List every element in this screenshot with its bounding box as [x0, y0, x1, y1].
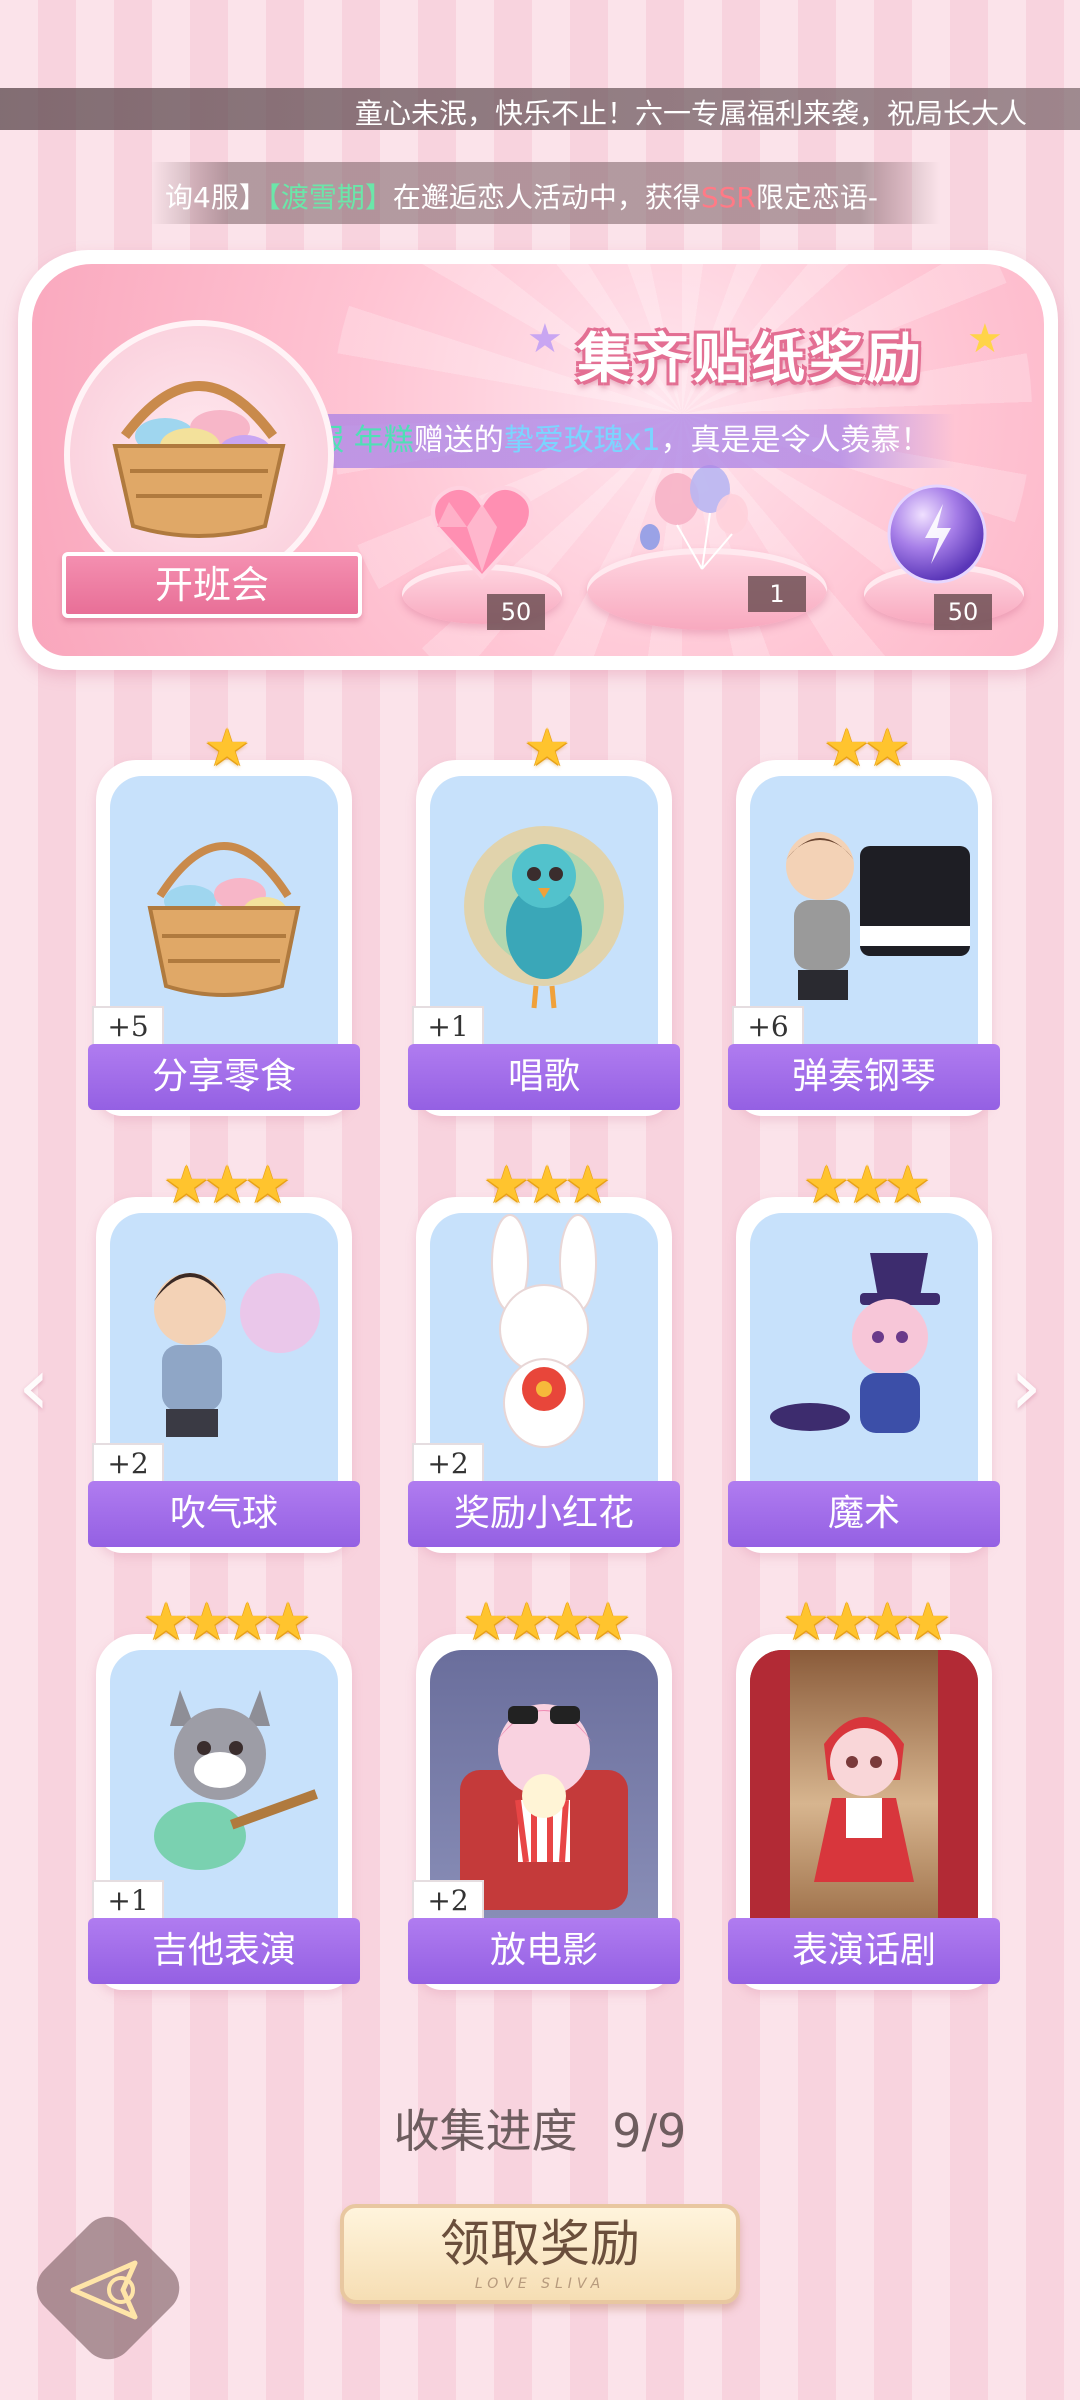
sticker-card[interactable]: ★★★ +2 奖励小红花: [408, 1155, 680, 1553]
pink-heart-gem-icon[interactable]: [427, 482, 537, 582]
sticker-card[interactable]: ★★ +6 弹奏钢琴: [728, 718, 1000, 1116]
sticker-card[interactable]: ★★★★ +1 吉他表演: [88, 1592, 360, 1990]
sticker-label: 奖励小红花: [408, 1481, 680, 1547]
reward-count: 50: [934, 594, 992, 630]
broadcast-middle: 在邂逅恋人活动中，获得: [392, 181, 701, 214]
gift-item: 挚爱玫瑰x1: [503, 423, 661, 458]
broadcast-prefix: 询4服】: [165, 181, 267, 214]
gift-verb: 赠送的: [413, 423, 504, 458]
claim-reward-button[interactable]: 领取奖励 LOVE SLIVA: [340, 2204, 740, 2304]
balloon-bouquet-icon[interactable]: [632, 459, 772, 579]
star-icon: ★: [224, 1592, 271, 1652]
broadcast-bar: 询4服】【渡雪期】在邂逅恋人活动中，获得SSR限定恋语-: [150, 162, 940, 224]
star-rating: ★★★★: [736, 1592, 992, 1652]
event-icon-frame[interactable]: [64, 320, 334, 590]
sticker-art: [750, 1650, 978, 1930]
progress-label: 收集进度: [393, 2104, 578, 2158]
star-rating: ★: [416, 718, 672, 778]
star-icon: ★: [163, 1155, 210, 1215]
star-icon: ★: [203, 1155, 251, 1215]
sticker-art: [750, 1213, 978, 1493]
star-icon: ★: [823, 718, 870, 778]
star-icon: ★: [564, 1155, 611, 1215]
sticker-label: 分享零食: [88, 1044, 360, 1110]
star-rating: ★★★★: [96, 1592, 352, 1652]
sparkle-star-icon: ★: [527, 316, 563, 362]
reward-count: 1: [748, 576, 806, 612]
bonus-badge: +1: [92, 1880, 164, 1922]
sticker-label: 吹气球: [88, 1481, 360, 1547]
star-icon: ★: [523, 1155, 571, 1215]
sticker-label: 表演话剧: [728, 1918, 1000, 1984]
star-icon: ★: [904, 1592, 952, 1652]
bonus-badge: +5: [92, 1006, 164, 1048]
star-icon: ★: [142, 1592, 190, 1652]
claim-reward-label: 领取奖励: [440, 2215, 640, 2273]
star-icon: ★: [584, 1592, 632, 1652]
star-icon: ★: [843, 1155, 891, 1215]
star-icon: ★: [782, 1592, 830, 1652]
sticker-card[interactable]: ★★★ 魔术: [728, 1155, 1000, 1553]
broadcast-suffix: 限定恋语-: [755, 181, 878, 214]
system-marquee: 童心未泯，快乐不止！六一专属福利来袭，祝局长大人: [0, 88, 1080, 130]
bonus-badge: +2: [412, 1443, 484, 1485]
star-icon: ★: [864, 718, 911, 778]
star-icon: ★: [264, 1592, 312, 1652]
sticker-card[interactable]: ★ +5 分享零食: [88, 718, 360, 1116]
star-icon: ★: [483, 1155, 530, 1215]
star-icon: ★: [544, 1592, 591, 1652]
star-rating: ★★★★: [416, 1592, 672, 1652]
sticker-label: 魔术: [728, 1481, 1000, 1547]
claim-reward-subtitle: LOVE SLIVA: [474, 2276, 606, 2292]
star-icon: ★: [503, 1592, 550, 1652]
prev-page-arrow-icon[interactable]: ‹: [18, 1340, 50, 1433]
star-rating: ★★★: [96, 1155, 352, 1215]
star-icon: ★: [523, 718, 571, 778]
sticker-label: 吉他表演: [88, 1918, 360, 1984]
broadcast-rarity: SSR: [700, 181, 756, 214]
sticker-card[interactable]: ★★★★ +2 放电影: [408, 1592, 680, 1990]
sticker-card[interactable]: ★★★★ 表演话剧: [728, 1592, 1000, 1990]
star-rating: ★★★: [736, 1155, 992, 1215]
star-rating: ★: [96, 718, 352, 778]
snack-basket-icon: [112, 381, 286, 538]
gift-tail: ，真是是令人羡慕！: [660, 423, 931, 458]
progress-value: 9/9: [612, 2104, 687, 2158]
collection-progress: 收集进度 9/9: [0, 2095, 1080, 2161]
sticker-card[interactable]: ★ +1 唱歌: [408, 718, 680, 1116]
sticker-label: 放电影: [408, 1918, 680, 1984]
back-arrow-icon[interactable]: [65, 2255, 155, 2325]
star-rating: ★★: [736, 718, 992, 778]
star-icon: ★: [823, 1592, 870, 1652]
reward-count: 50: [487, 594, 545, 630]
star-icon: ★: [884, 1155, 931, 1215]
sticker-label: 弹奏钢琴: [728, 1044, 1000, 1110]
purple-orb-icon[interactable]: [885, 482, 989, 586]
sticker-label: 唱歌: [408, 1044, 680, 1110]
star-icon: ★: [462, 1592, 510, 1652]
star-icon: ★: [203, 718, 251, 778]
star-icon: ★: [864, 1592, 911, 1652]
bonus-badge: +2: [412, 1880, 484, 1922]
star-icon: ★: [803, 1155, 850, 1215]
magician-girl-icon: [770, 1253, 940, 1433]
event-label-ribbon: 开班会: [62, 552, 362, 618]
banner-title: 集齐贴纸奖励: [577, 326, 925, 390]
star-icon: ★: [183, 1592, 230, 1652]
broadcast-server: 【渡雪期】: [266, 181, 393, 214]
next-page-arrow-icon[interactable]: ›: [1010, 1340, 1042, 1433]
bonus-badge: +1: [412, 1006, 484, 1048]
bonus-badge: +6: [732, 1006, 804, 1048]
star-rating: ★★★: [416, 1155, 672, 1215]
system-marquee-text: 童心未泯，快乐不止！六一专属福利来袭，祝局长大人: [355, 97, 1028, 130]
star-icon: ★: [244, 1155, 291, 1215]
bonus-badge: +2: [92, 1443, 164, 1485]
sparkle-star-icon: ★: [967, 316, 1003, 362]
sticker-card[interactable]: ★★★ +2 吹气球: [88, 1155, 360, 1553]
broadcast-text: 询4服】【渡雪期】在邂逅恋人活动中，获得SSR限定恋语-: [165, 176, 878, 216]
stage-girl-icon: [750, 1650, 978, 1930]
